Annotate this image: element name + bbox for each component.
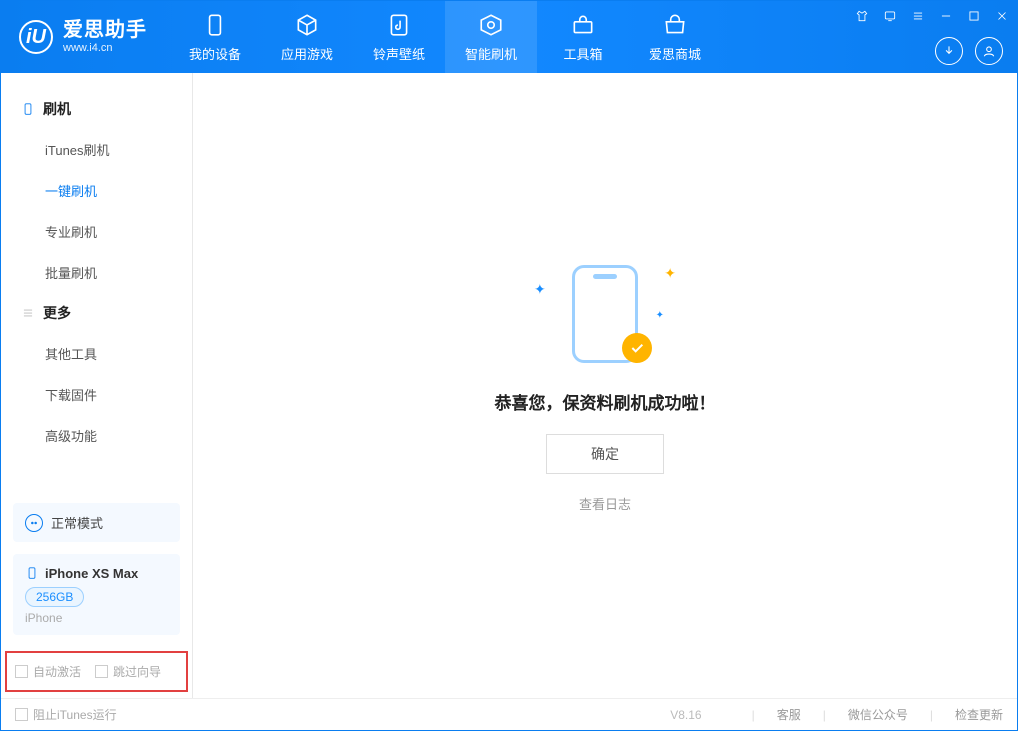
user-icon[interactable] (975, 37, 1003, 65)
sidebar-item-pro-flash[interactable]: 专业刷机 (1, 211, 192, 252)
sidebar-item-itunes-flash[interactable]: iTunes刷机 (1, 129, 192, 170)
nav-label: 智能刷机 (465, 44, 517, 63)
nav-label: 我的设备 (189, 44, 241, 63)
nav-label: 工具箱 (563, 44, 602, 63)
checkbox-skip-guide[interactable]: 跳过向导 (95, 663, 161, 680)
device-type: iPhone (25, 611, 168, 625)
refresh-icon (478, 12, 504, 38)
checkbox-row-highlighted: 自动激活 跳过向导 (5, 651, 188, 692)
nav-apps-games[interactable]: 应用游戏 (261, 1, 353, 73)
section-label: 更多 (43, 303, 71, 323)
footer: 阻止iTunes运行 V8.16 | 客服 | 微信公众号 | 检查更新 (1, 698, 1017, 730)
sidebar-section-more: 更多 (1, 293, 192, 333)
sidebar-item-advanced[interactable]: 高级功能 (1, 415, 192, 456)
nav-smart-flash[interactable]: 智能刷机 (445, 1, 537, 73)
checkbox-icon (15, 708, 28, 721)
body: 刷机 iTunes刷机 一键刷机 专业刷机 批量刷机 更多 其他工具 下载固件 … (1, 73, 1017, 698)
check-badge-icon (622, 333, 652, 363)
window-controls (853, 7, 1011, 25)
sidebar-item-batch-flash[interactable]: 批量刷机 (1, 252, 192, 293)
view-log-link[interactable]: 查看日志 (579, 494, 631, 513)
sparkle-icon: ✦ (656, 310, 664, 321)
music-icon (386, 12, 412, 38)
close-icon[interactable] (993, 7, 1011, 25)
menu-icon[interactable] (909, 7, 927, 25)
maximize-icon[interactable] (965, 7, 983, 25)
list-icon (21, 306, 35, 320)
success-message: 恭喜您，保资料刷机成功啦！ (495, 389, 716, 414)
sidebar: 刷机 iTunes刷机 一键刷机 专业刷机 批量刷机 更多 其他工具 下载固件 … (1, 73, 193, 698)
sidebar-item-onekey-flash[interactable]: 一键刷机 (1, 170, 192, 211)
phone-icon (21, 102, 35, 116)
nav-store[interactable]: 爱思商城 (629, 1, 721, 73)
sidebar-section-flash: 刷机 (1, 89, 192, 129)
feedback-icon[interactable] (881, 7, 899, 25)
nav-toolbox[interactable]: 工具箱 (537, 1, 629, 73)
device-card[interactable]: iPhone XS Max 256GB iPhone (13, 554, 180, 635)
top-nav: 我的设备 应用游戏 铃声壁纸 智能刷机 工具箱 爱思商城 (169, 1, 721, 73)
sparkle-icon: ✦ (534, 281, 546, 298)
checkbox-block-itunes[interactable]: 阻止iTunes运行 (15, 706, 117, 723)
titlebar-right-icons (935, 37, 1003, 65)
nav-label: 应用游戏 (281, 44, 333, 63)
checkbox-label: 自动激活 (33, 663, 81, 680)
sidebar-item-download-fw[interactable]: 下载固件 (1, 374, 192, 415)
check-update-link[interactable]: 检查更新 (955, 706, 1003, 723)
sidebar-item-other-tools[interactable]: 其他工具 (1, 333, 192, 374)
device-name: iPhone XS Max (45, 566, 138, 581)
device-icon (25, 564, 39, 582)
main-panel: ✦ ✦ ✦ 恭喜您，保资料刷机成功啦！ 确定 查看日志 (193, 73, 1017, 698)
wechat-link[interactable]: 微信公众号 (848, 706, 908, 723)
logo-icon: iU (19, 20, 53, 54)
skin-icon[interactable] (853, 7, 871, 25)
minimize-icon[interactable] (937, 7, 955, 25)
support-link[interactable]: 客服 (777, 706, 801, 723)
mode-card[interactable]: 正常模式 (13, 503, 180, 542)
app-domain: www.i4.cn (63, 42, 147, 55)
checkbox-icon (15, 665, 28, 678)
checkbox-label: 跳过向导 (113, 663, 161, 680)
app-window: iU 爱思助手 www.i4.cn 我的设备 应用游戏 铃声壁纸 智能刷机 (0, 0, 1018, 731)
confirm-button[interactable]: 确定 (546, 434, 664, 474)
download-icon[interactable] (935, 37, 963, 65)
success-illustration: ✦ ✦ ✦ (530, 259, 680, 369)
mode-icon (25, 514, 43, 532)
cube-icon (294, 12, 320, 38)
nav-ringtones[interactable]: 铃声壁纸 (353, 1, 445, 73)
nav-label: 爱思商城 (649, 44, 701, 63)
toolbox-icon (570, 12, 596, 38)
device-icon (202, 12, 228, 38)
nav-my-device[interactable]: 我的设备 (169, 1, 261, 73)
mode-label: 正常模式 (51, 513, 103, 532)
app-name: 爱思助手 (63, 19, 147, 42)
titlebar: iU 爱思助手 www.i4.cn 我的设备 应用游戏 铃声壁纸 智能刷机 (1, 1, 1017, 73)
checkbox-auto-activate[interactable]: 自动激活 (15, 663, 81, 680)
section-label: 刷机 (43, 99, 71, 119)
app-logo: iU 爱思助手 www.i4.cn (1, 1, 169, 73)
checkbox-label: 阻止iTunes运行 (33, 706, 117, 723)
version-label: V8.16 (670, 708, 701, 722)
device-capacity: 256GB (25, 587, 84, 607)
sparkle-icon: ✦ (664, 265, 676, 282)
nav-label: 铃声壁纸 (373, 44, 425, 63)
checkbox-icon (95, 665, 108, 678)
store-icon (662, 12, 688, 38)
